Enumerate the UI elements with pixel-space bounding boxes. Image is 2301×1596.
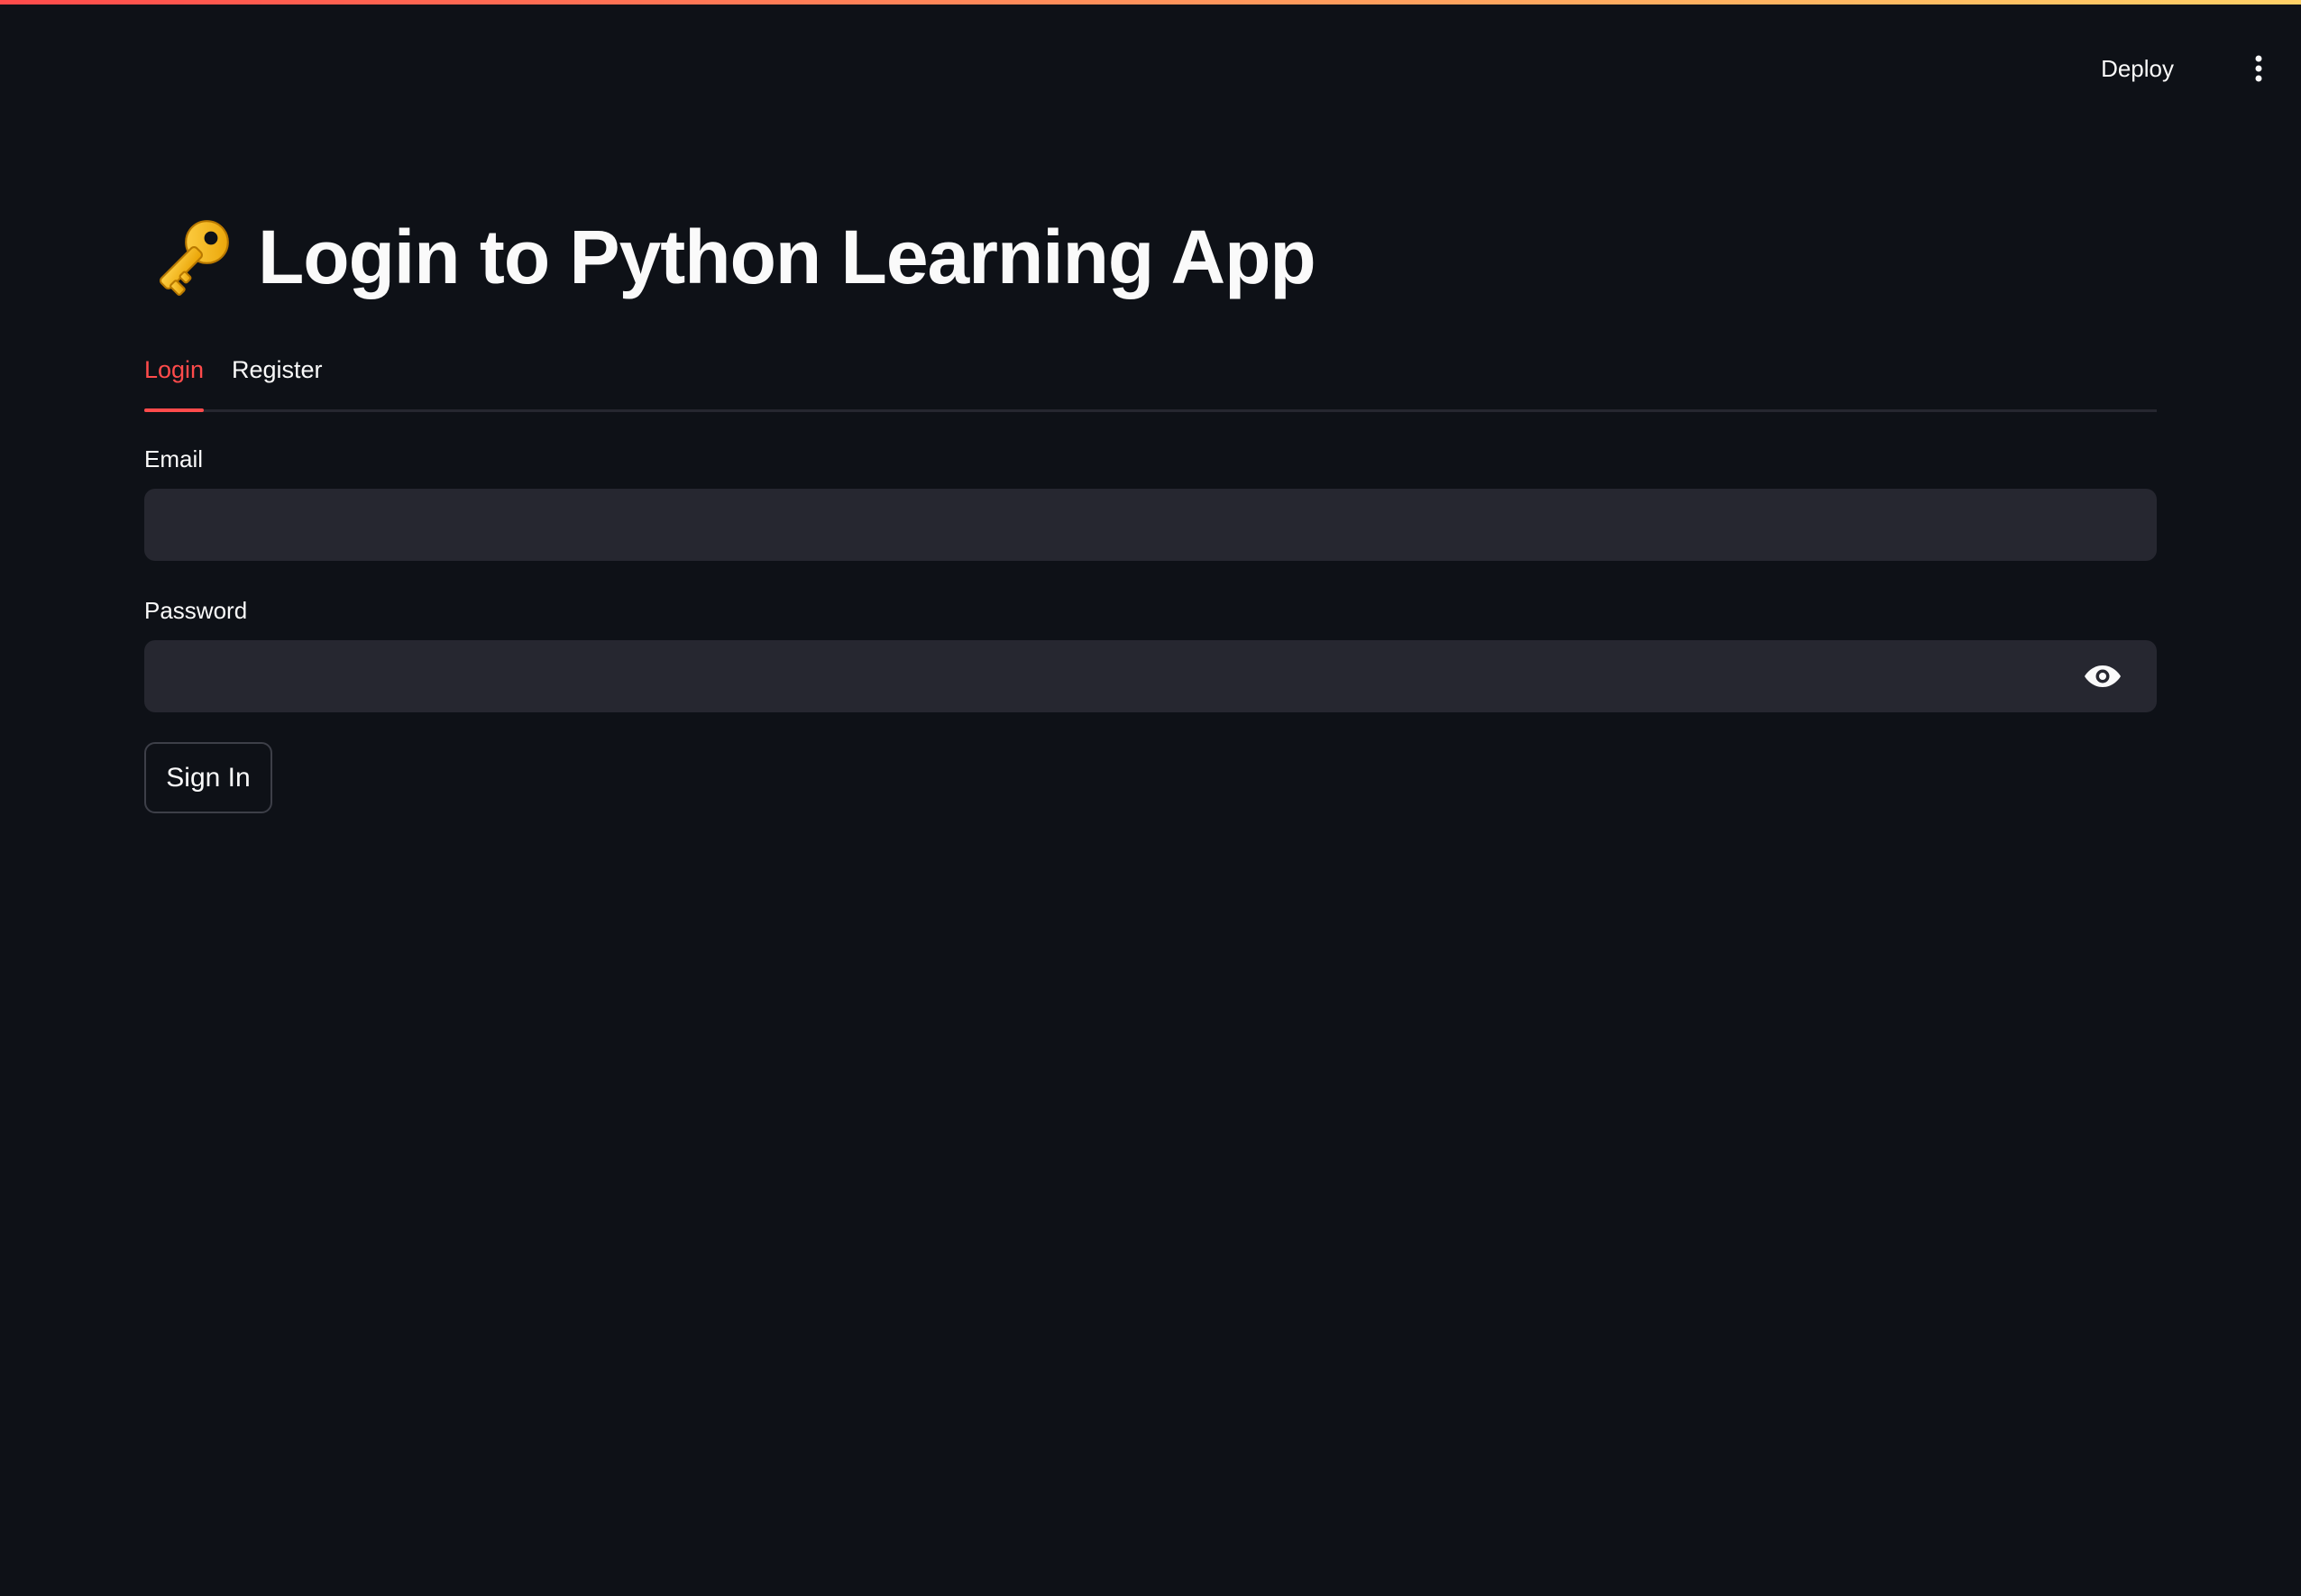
tab-login[interactable]: Login	[144, 348, 205, 412]
tab-bar: Login Register	[144, 348, 2157, 412]
tab-login-label: Login	[144, 356, 205, 383]
main-menu-button[interactable]	[2236, 46, 2281, 91]
show-password-button[interactable]	[2076, 658, 2129, 694]
sign-in-button[interactable]: Sign In	[144, 742, 272, 813]
email-input[interactable]	[144, 489, 2157, 561]
page-title-text: Login to Python Learning App	[258, 214, 1316, 299]
eye-icon	[2085, 665, 2121, 687]
tab-register[interactable]: Register	[232, 348, 323, 409]
key-icon	[159, 220, 229, 296]
deploy-button[interactable]: Deploy	[2092, 46, 2183, 91]
kebab-menu-icon	[2255, 55, 2262, 82]
password-input[interactable]	[144, 640, 2157, 712]
app-header: Deploy	[0, 5, 2301, 122]
email-label: Email	[144, 445, 204, 472]
page-title: Login to Python Learning App	[144, 198, 1316, 316]
tab-register-label: Register	[232, 356, 323, 383]
password-label: Password	[144, 597, 248, 624]
active-tab-indicator	[144, 408, 205, 412]
